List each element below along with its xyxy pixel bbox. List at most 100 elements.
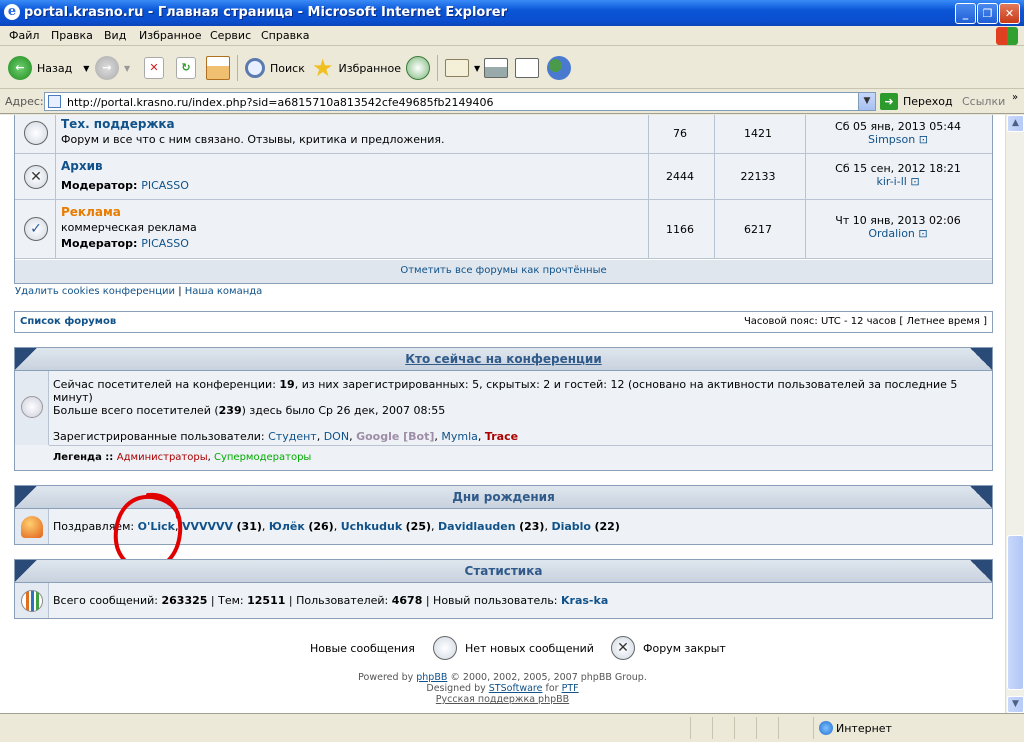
mark-forums-read-link[interactable]: Отметить все форумы как прочтённые [15, 260, 992, 283]
menu-help[interactable]: Справка [261, 29, 309, 42]
forum-desc: коммерческая реклама [61, 221, 197, 234]
go-button[interactable]: ➜ Переход [880, 93, 953, 110]
forum-title[interactable]: Тех. поддержка [61, 117, 175, 131]
print-button[interactable] [484, 54, 508, 82]
birthday-user[interactable]: VVVVVV [182, 520, 233, 533]
forum-moderator: Модератор: PICASSO [61, 237, 189, 250]
team-link[interactable]: Наша команда [185, 286, 263, 297]
powered-by: Powered by phpBB © 2000, 2002, 2005, 200… [0, 672, 1005, 683]
mail-button[interactable]: ▼ [445, 54, 480, 82]
stop-button[interactable]: ✕ [144, 54, 164, 82]
moderator-link[interactable]: PICASSO [141, 179, 189, 192]
forum-title[interactable]: Архив [61, 159, 103, 173]
last-post-user[interactable]: Ordalion [868, 227, 915, 240]
address-field[interactable]: http://portal.krasno.ru/index.php?sid=a6… [44, 92, 876, 111]
registered-users: Зарегистрированные пользователи: Студент… [53, 430, 519, 443]
user-link[interactable]: Студент [268, 430, 317, 443]
menu-file[interactable]: Файл [9, 29, 39, 42]
forum-topics: 76 [673, 127, 687, 140]
view-latest-post-icon[interactable]: ⊡ [919, 133, 928, 146]
russian-support: Русская поддержка phpBB [0, 694, 1005, 705]
moderator-link[interactable]: PICASSO [141, 237, 189, 250]
menu-view[interactable]: Вид [104, 29, 126, 42]
page-footer: Powered by phpBB © 2000, 2002, 2005, 200… [0, 672, 1005, 705]
address-url[interactable]: http://portal.krasno.ru/index.php?sid=a6… [67, 96, 493, 109]
russian-support-link[interactable]: Русская поддержка phpBB [436, 694, 569, 705]
record-text: Больше всего посетителей ( [53, 404, 219, 417]
ptf-link[interactable]: PTF [562, 683, 579, 694]
birthday-user[interactable]: Davidlauden [438, 520, 516, 533]
birthday-user[interactable]: Diablo [551, 520, 591, 533]
back-button[interactable]: ← Назад ▼ [8, 54, 89, 82]
legend-label: Легенда :: [53, 452, 117, 463]
history-button[interactable] [406, 54, 430, 82]
links-chevron-icon[interactable]: » [1012, 92, 1018, 103]
menu-edit[interactable]: Правка [51, 29, 93, 42]
stats-side [15, 583, 49, 618]
scroll-thumb[interactable] [1007, 535, 1024, 690]
mail-dropdown-icon[interactable]: ▼ [474, 64, 480, 73]
home-button[interactable] [206, 54, 230, 82]
scroll-up-icon[interactable]: ▲ [1007, 115, 1024, 132]
address-bar: Адрес: http://portal.krasno.ru/index.php… [0, 90, 1024, 114]
forward-button[interactable]: → ▼ [95, 54, 130, 82]
user-link[interactable]: Mymla [441, 430, 478, 443]
column-divider [55, 115, 56, 153]
birthday-user[interactable]: Uchkuduk [341, 520, 402, 533]
stsoftware-link[interactable]: STSoftware [489, 683, 543, 694]
forum-posts: 6217 [744, 223, 772, 236]
edit-button[interactable] [515, 54, 539, 82]
last-post-date: Сб 05 янв, 2013 05:44 [835, 120, 961, 133]
vertical-scrollbar[interactable]: ▲ ▼ [1005, 115, 1024, 713]
stats-header: Статистика [14, 559, 993, 583]
user-link[interactable]: DON [324, 430, 349, 443]
minimize-button[interactable]: _ [955, 3, 976, 24]
registered-label: Зарегистрированные пользователи: [53, 430, 269, 443]
stats-label: Всего сообщений: [53, 594, 162, 607]
search-button[interactable]: Поиск [245, 54, 305, 82]
stats-heading: Статистика [464, 564, 543, 578]
divider [49, 445, 992, 446]
forward-dropdown-icon[interactable]: ▼ [124, 64, 130, 73]
legend-admins: Администраторы [116, 452, 208, 463]
page-icon [48, 95, 61, 108]
go-arrow-icon: ➜ [880, 93, 898, 110]
last-post-user[interactable]: kir-i-ll [876, 175, 906, 188]
refresh-button[interactable]: ↻ [176, 54, 196, 82]
close-button[interactable]: ✕ [999, 3, 1020, 24]
go-label: Переход [903, 95, 953, 108]
record-count: 239 [218, 404, 242, 417]
maximize-button[interactable]: ❐ [977, 3, 998, 24]
last-post-user[interactable]: Simpson [868, 133, 915, 146]
stats-label: | Тем: [207, 594, 248, 607]
address-dropdown-icon[interactable]: ▼ [858, 93, 875, 110]
menu-favorites[interactable]: Избранное [139, 29, 201, 42]
page-content: Тех. поддержка Форум и все что с ним свя… [0, 115, 1005, 713]
forum-title[interactable]: Реклама [61, 205, 121, 219]
forum-moderator: Модератор: PICASSO [61, 179, 189, 192]
birthday-age: (23) [519, 520, 545, 533]
edit-page-icon [515, 58, 539, 78]
scroll-down-icon[interactable]: ▼ [1007, 696, 1024, 713]
delete-cookies-link[interactable]: Удалить cookies конференции [15, 286, 175, 297]
online-heading[interactable]: Кто сейчас на конференции [15, 352, 992, 366]
bot-link[interactable]: Google [Bot] [356, 430, 434, 443]
back-dropdown-icon[interactable]: ▼ [83, 64, 89, 73]
status-cell [734, 717, 754, 739]
birthday-user[interactable]: Юлёк [269, 520, 305, 533]
links-label[interactable]: Ссылки [962, 95, 1005, 108]
view-latest-post-icon[interactable]: ⊡ [918, 227, 927, 240]
forum-topics: 2444 [666, 170, 694, 183]
total-users: 4678 [391, 594, 423, 607]
forum-row: Тех. поддержка Форум и все что с ним свя… [15, 115, 992, 154]
favorites-button[interactable]: ★ Избранное [312, 54, 401, 82]
messenger-button[interactable] [547, 54, 571, 82]
phpbb-link[interactable]: phpBB [416, 672, 447, 683]
forum-list-link[interactable]: Список форумов [20, 316, 116, 327]
view-latest-post-icon[interactable]: ⊡ [910, 175, 919, 188]
birthday-age: (25) [405, 520, 432, 533]
admin-user-link[interactable]: Trace [485, 430, 518, 443]
menu-tools[interactable]: Сервис [210, 29, 251, 42]
newest-user-link[interactable]: Kras-ka [561, 594, 608, 607]
forum-last-post: Сб 05 янв, 2013 05:44 Simpson ⊡ [805, 120, 991, 146]
